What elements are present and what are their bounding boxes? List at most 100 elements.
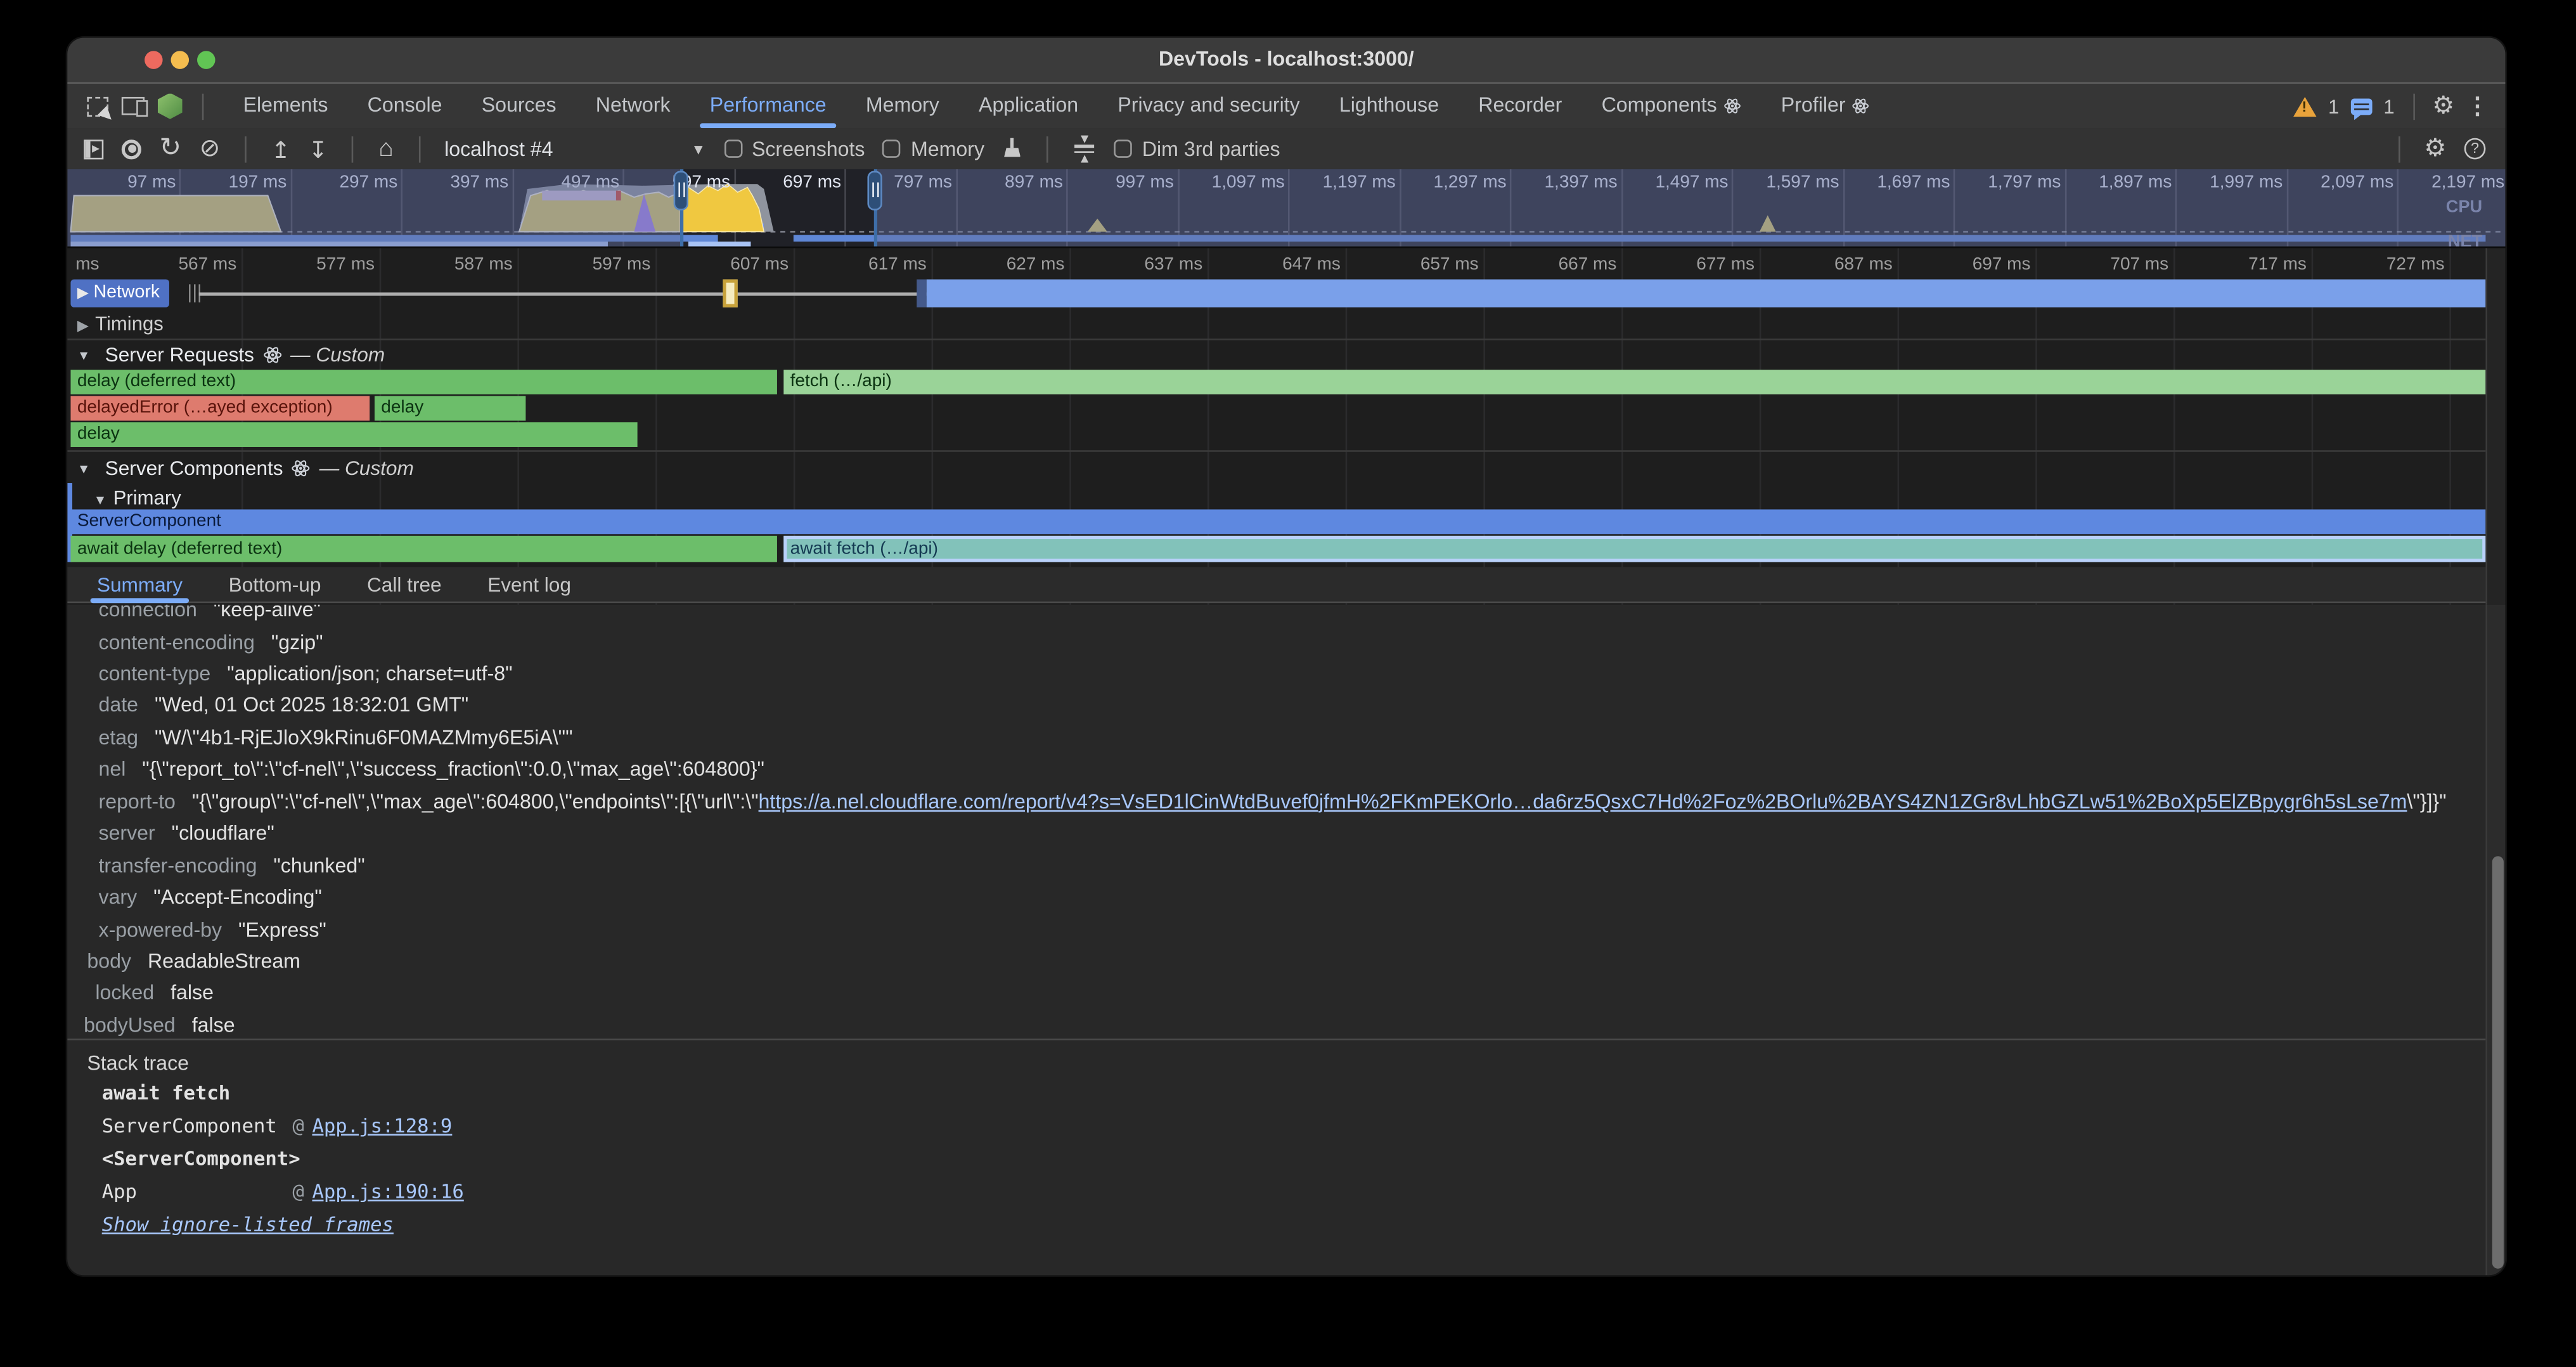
flame-bar[interactable]: fetch (…/api) — [783, 370, 2485, 394]
tab-recorder[interactable]: Recorder — [1459, 84, 1581, 128]
frame-function: ServerComponent — [102, 1114, 277, 1137]
frame-function: await fetch — [102, 1081, 231, 1104]
server-requests-title: Server Requests — [105, 344, 254, 366]
ruler-tick-label: 667 ms — [1515, 255, 1617, 275]
tab-label: Profiler — [1781, 84, 1846, 128]
tab-elements[interactable]: Elements — [223, 84, 347, 128]
screenshots-checkbox[interactable] — [724, 139, 742, 158]
summary-row: connection"keep-alive" — [99, 605, 321, 621]
clear-icon[interactable]: ⊘ — [200, 136, 221, 161]
window-title: DevTools - localhost:3000/ — [67, 48, 2505, 70]
network-track-label[interactable]: ▶Network — [70, 280, 169, 308]
toggle-sidebar-icon[interactable] — [84, 139, 103, 159]
timeline-overview[interactable]: 97 ms197 ms297 ms397 ms497 ms597 ms697 m… — [67, 169, 2505, 247]
device-toolbar-icon[interactable] — [122, 97, 145, 115]
memory-checkbox-row[interactable]: Memory — [883, 137, 984, 160]
node-icon[interactable] — [158, 93, 183, 119]
ruler-tick-label: 647 ms — [1239, 255, 1341, 275]
tab-label: Elements — [243, 84, 328, 128]
kebab-menu-icon[interactable]: ⋮ — [2466, 92, 2489, 120]
server-components-header[interactable]: ▼ Server Components — Custom — [77, 457, 414, 480]
at-symbol: @ — [292, 1114, 304, 1137]
network-request-marker[interactable] — [723, 280, 737, 308]
tab-privacy-and-security[interactable]: Privacy and security — [1098, 84, 1320, 128]
issues-icon[interactable] — [2351, 98, 2373, 114]
details-tab-bottom-up[interactable]: Bottom-up — [205, 566, 344, 602]
details-tab-summary[interactable]: Summary — [74, 566, 206, 602]
reload-and-record-icon[interactable]: ↻ — [159, 136, 181, 162]
settings-gear-icon[interactable]: ⚙ — [2432, 94, 2454, 119]
tab-components[interactable]: Components — [1581, 84, 1761, 128]
summary-row: bodyReadableStream — [87, 950, 300, 973]
show-ignore-listed-frames-link[interactable]: Show ignore-listed frames — [102, 1213, 394, 1236]
tab-profiler[interactable]: Profiler — [1761, 84, 1890, 128]
source-location-link[interactable]: App.js:190:16 — [312, 1180, 463, 1203]
summary-row: content-type"application/json; charset=u… — [99, 662, 513, 685]
header-value: "keep-alive" — [214, 605, 321, 621]
inspect-element-icon[interactable] — [87, 96, 108, 116]
flame-bar[interactable]: delay — [70, 422, 637, 447]
flame-bar[interactable]: delay — [375, 396, 525, 421]
divider — [1047, 136, 1049, 162]
stack-trace-section: Stack trace await fetchServerComponent@A… — [67, 1040, 2485, 1276]
overview-dim-left — [67, 169, 680, 247]
warning-icon[interactable] — [2294, 96, 2317, 116]
tab-memory[interactable]: Memory — [846, 84, 959, 128]
summary-scrollbar-gutter[interactable] — [2485, 605, 2505, 1275]
flame-bar[interactable]: delayedError (…ayed exception) — [70, 396, 370, 421]
source-location-link[interactable]: App.js:128:9 — [312, 1114, 452, 1137]
server-requests-header[interactable]: ▼ Server Requests — Custom — [77, 344, 385, 366]
ruler-tick-label: 607 ms — [686, 255, 789, 275]
network-request-stub — [917, 280, 927, 308]
details-tab-call-tree[interactable]: Call tree — [344, 566, 465, 602]
help-icon[interactable]: ? — [2464, 138, 2486, 160]
report-to-url-link[interactable]: https://a.nel.cloudflare.com/report/v4?s… — [759, 790, 2407, 813]
dim-3rd-parties-checkbox-row[interactable]: Dim 3rd parties — [1114, 137, 1280, 160]
history-select[interactable]: localhost #4 ▼ — [444, 137, 705, 160]
flame-bar[interactable]: ServerComponent — [70, 509, 2485, 534]
screenshots-checkbox-row[interactable]: Screenshots — [724, 137, 865, 160]
dim-3rd-parties-checkbox[interactable] — [1114, 139, 1133, 158]
tab-application[interactable]: Application — [959, 84, 1098, 128]
summary-scrollbar-thumb[interactable] — [2492, 856, 2504, 1269]
selection-handle-left[interactable] — [674, 171, 688, 211]
header-key: content-type — [99, 662, 211, 685]
flame-chart-area[interactable]: ms 567 ms577 ms587 ms597 ms607 ms617 ms6… — [67, 247, 2505, 607]
ruler-tick-label: 567 ms — [135, 255, 237, 275]
summary-row: x-powered-by"Express" — [99, 918, 326, 941]
tab-console[interactable]: Console — [348, 84, 462, 128]
overview-dim-right — [874, 169, 2506, 247]
tabbar-left-icons — [67, 93, 223, 119]
memory-checkbox[interactable] — [883, 139, 901, 158]
shortcuts-dialog-icon[interactable]: ▼▲ — [1073, 135, 1096, 163]
capture-settings-gear-icon[interactable]: ⚙ — [2424, 136, 2446, 161]
flame-bar[interactable]: await delay (deferred text) — [70, 536, 776, 562]
ruler-tick-label: 597 ms — [549, 255, 651, 275]
flame-bar[interactable]: delay (deferred text) — [70, 370, 776, 394]
garbage-collect-icon[interactable] — [1003, 137, 1022, 160]
network-request-bar[interactable] — [927, 280, 2486, 308]
screen: DevTools - localhost:3000/ Elements Conso… — [0, 0, 2576, 1367]
header-key: locked — [95, 982, 154, 1004]
server-components-title: Server Components — [105, 457, 283, 480]
record-button[interactable] — [122, 139, 141, 159]
details-tab-event-log[interactable]: Event log — [465, 566, 594, 602]
timings-track-label[interactable]: ▶Timings — [77, 312, 164, 335]
save-profile-icon[interactable]: ↧ — [309, 137, 328, 160]
tab-performance[interactable]: Performance — [690, 84, 846, 128]
flame-bar[interactable]: await fetch (…/api) — [783, 536, 2485, 562]
header-value: "Express" — [238, 918, 326, 941]
tab-lighthouse[interactable]: Lighthouse — [1320, 84, 1459, 128]
header-key: server — [99, 822, 155, 845]
load-profile-icon[interactable]: ↥ — [271, 137, 290, 160]
divider — [245, 136, 247, 162]
ruler-tick-label: 617 ms — [825, 255, 927, 275]
primary-group-label[interactable]: ▼Primary — [94, 486, 181, 509]
summary-row: content-encoding"gzip" — [99, 630, 323, 653]
tab-sources[interactable]: Sources — [462, 84, 576, 128]
selection-handle-right[interactable] — [867, 171, 882, 211]
disclosure-down-icon: ▼ — [77, 347, 91, 362]
tabbar-right-icons: 1 1 ⚙ ⋮ — [2294, 92, 2506, 120]
tab-network[interactable]: Network — [576, 84, 690, 128]
home-icon[interactable]: ⌂ — [378, 136, 393, 161]
